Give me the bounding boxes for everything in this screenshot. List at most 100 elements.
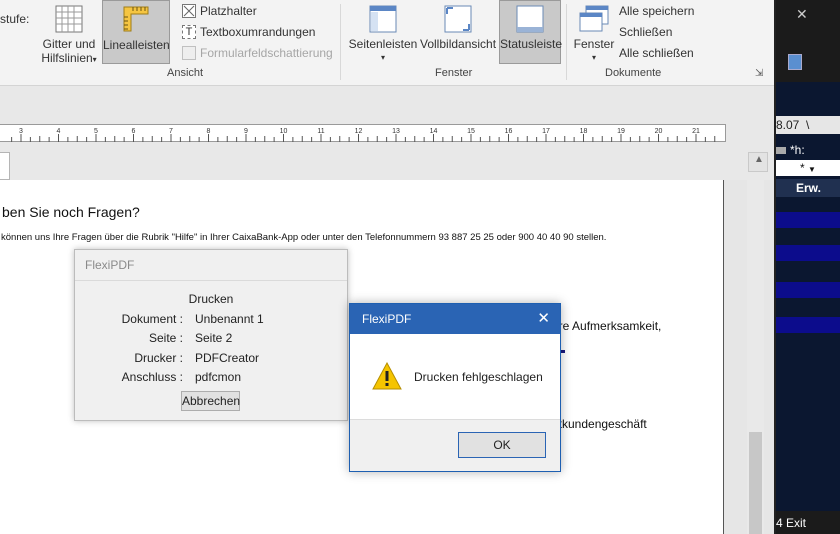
document-tab[interactable] <box>0 152 10 180</box>
app-star: * <box>800 161 805 175</box>
doc-heading: ben Sie noch Fragen? <box>2 204 140 220</box>
app-exit-label[interactable]: 4 Exit <box>776 516 806 530</box>
info-value: Seite 2 <box>195 331 233 345</box>
info-value: pdfcmon <box>195 370 242 384</box>
ruler-tick-label: 8 <box>207 128 211 135</box>
ruler-tick-label: 15 <box>467 128 475 135</box>
doc-paragraph: können uns Ihre Fragen über die Rubrik "… <box>1 232 607 243</box>
error-message: Drucken fehlgeschlagen <box>414 370 543 384</box>
ok-button[interactable]: OK <box>458 432 546 458</box>
ruler-tick-label: 21 <box>692 128 700 135</box>
fenster-button[interactable]: Fenster ▾ <box>572 2 616 64</box>
warning-icon <box>372 362 402 390</box>
gitter-hilfslinien-button[interactable]: Gitter und Hilfslinien▾ <box>38 2 100 65</box>
group-separator <box>340 4 341 80</box>
info-label: Dokument : <box>121 312 183 326</box>
form-field-icon <box>182 46 196 60</box>
cancel-button[interactable]: Abbrechen <box>181 391 240 411</box>
app-h-label: *h: <box>790 143 805 157</box>
seitenleisten-label: Seitenleisten <box>348 37 418 51</box>
dialog-titlebar: FlexiPDF ✕ <box>350 304 560 334</box>
chevron-down-icon: ▾ <box>92 55 97 64</box>
app-row[interactable] <box>776 317 840 333</box>
placeholder-box-icon <box>182 4 196 18</box>
dialog-heading: Drucken <box>188 292 234 306</box>
alle-speichern-button[interactable]: Alle speichern <box>619 2 694 20</box>
app-filter-cell[interactable]: * ▼ <box>776 160 840 176</box>
chevron-down-icon: ▾ <box>591 53 596 62</box>
horizontal-ruler[interactable]: 3 4 5 6 7 8 9 10 11 12 13 14 15 16 17 18 19 20 21 <box>0 124 726 142</box>
scrollbar-thumb[interactable] <box>749 432 762 534</box>
info-value: Unbenannt 1 <box>195 312 264 326</box>
app-title-strip <box>776 0 840 82</box>
app-row[interactable] <box>776 245 840 261</box>
ruler-tick-label: 7 <box>169 128 173 135</box>
ribbon: stufe: Gitter und Hilfslinien▾ Lineallei… <box>0 0 774 86</box>
dialog-launcher-icon[interactable]: ⇲ <box>755 68 763 79</box>
ansicht-group-label: Ansicht <box>167 67 204 79</box>
doc-text-fragment: hre Aufmerksamkeit, <box>552 319 662 333</box>
app-row[interactable] <box>776 282 840 298</box>
dialog-title: FlexiPDF <box>362 312 412 326</box>
background-app-window: ✕ 8.07 \ *h: * ▼ Erw. 4 Exit <box>774 0 840 534</box>
group-separator <box>566 4 567 80</box>
gitter-label-2: Hilfslinien <box>41 51 93 65</box>
error-dialog: FlexiPDF ✕ Drucken fehlgeschlagen OK <box>349 303 561 472</box>
ruler-tick-label: 20 <box>655 128 663 135</box>
platzhalter-toggle[interactable]: Platzhalter <box>182 2 257 20</box>
close-icon[interactable]: ✕ <box>796 6 808 23</box>
linealleisten-label: Linealleisten <box>103 38 170 52</box>
fenster-group-label: Fenster <box>435 67 473 79</box>
grid-icon <box>55 5 83 33</box>
dialog-footer: OK <box>350 419 560 471</box>
statusbar-icon <box>516 5 544 33</box>
app-field: 8.07 \ <box>776 116 840 134</box>
app-date: 8.07 <box>776 118 800 132</box>
trash-icon[interactable] <box>788 54 802 70</box>
ruler-tick-label: 5 <box>94 128 98 135</box>
ruler-tick-label: 6 <box>132 128 136 135</box>
stufe-label: stufe: <box>0 12 30 26</box>
app-row[interactable] <box>776 212 840 228</box>
dialog-body: Drucken Dokument : Unbenannt 1 Seite : S… <box>75 280 347 420</box>
fenster-label: Fenster <box>573 37 615 51</box>
windows-icon <box>579 5 609 32</box>
chevron-up-icon: ▲ <box>754 154 764 165</box>
ruler-icon <box>123 6 149 32</box>
info-label: Anschluss : <box>121 370 183 384</box>
info-label: Seite : <box>148 331 183 345</box>
vollbildansicht-button[interactable]: Vollbildansicht <box>420 2 496 64</box>
ruler-tick-label: 14 <box>430 128 438 135</box>
linealleisten-button[interactable]: Linealleisten <box>102 0 170 64</box>
formularfeld-toggle[interactable]: Formularfeldschattierung <box>182 44 333 62</box>
textboxumrandungen-toggle[interactable]: T Textboxumrandungen <box>182 23 315 41</box>
ruler-tick-label: 11 <box>317 128 324 135</box>
print-progress-dialog: FlexiPDF Drucken Dokument : Unbenannt 1 … <box>74 249 348 421</box>
ruler-tick-label: 18 <box>580 128 588 135</box>
ruler-tick-label: 12 <box>355 128 363 135</box>
dialog-title: FlexiPDF <box>85 258 135 272</box>
app-field: *h: <box>776 143 805 157</box>
chevron-down-icon: ▼ <box>808 165 816 174</box>
sidebar-icon <box>369 5 397 33</box>
app-sep: \ <box>806 118 810 132</box>
vollbild-label: Vollbildansicht <box>420 37 497 51</box>
ruler-tick-label: 10 <box>280 128 288 135</box>
app-column-header: Erw. <box>776 179 840 197</box>
fullscreen-icon <box>444 5 472 33</box>
statusleiste-label: Statusleiste <box>500 37 563 51</box>
ruler-tick-label: 4 <box>57 128 61 135</box>
scroll-up-button[interactable]: ▲ <box>748 152 768 172</box>
platzhalter-label: Platzhalter <box>200 4 257 18</box>
ruler-tick-label: 13 <box>392 128 400 135</box>
alle-schliessen-button[interactable]: Alle schließen <box>619 44 694 62</box>
seitenleisten-button[interactable]: Seitenleisten ▾ <box>347 2 419 64</box>
lock-icon <box>776 147 786 154</box>
info-label: Drucker : <box>134 351 183 365</box>
ruler-tick-label: 17 <box>542 128 550 135</box>
schliessen-button[interactable]: Schließen <box>619 23 672 41</box>
ruler-tick-label: 3 <box>19 128 23 135</box>
textboxumrandungen-label: Textboxumrandungen <box>200 25 316 39</box>
close-icon[interactable]: ✕ <box>537 309 550 327</box>
statusleiste-button[interactable]: Statusleiste <box>499 0 563 64</box>
